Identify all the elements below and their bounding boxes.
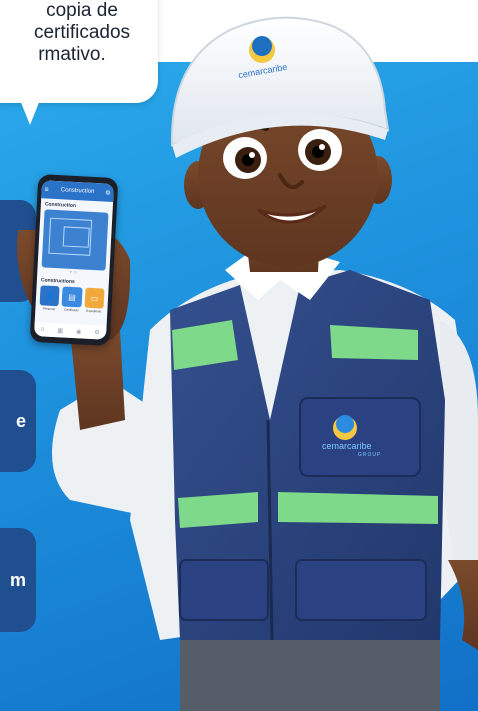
- blueprint-image: [41, 209, 109, 271]
- trousers: [180, 630, 440, 711]
- worker-illustration: [16, 16, 478, 711]
- speech-bubble-tail: [8, 70, 52, 125]
- bubble-line-1: copia de: [46, 0, 118, 21]
- reflective-stripe-right-lower: [278, 492, 438, 524]
- tile-row: 👤 ▤ ▭: [36, 285, 109, 309]
- gear-icon[interactable]: ⚙: [105, 189, 111, 196]
- app-bar-title: Construction: [60, 187, 95, 195]
- document-icon[interactable]: ▤: [61, 286, 83, 308]
- grid-icon[interactable]: ▦: [57, 327, 63, 334]
- person-icon[interactable]: 👤: [39, 285, 60, 307]
- phone-screen: ≡ Construction ⚙ Construction • ○ Constr…: [33, 180, 115, 340]
- profile-icon[interactable]: ◉: [76, 328, 82, 335]
- menu-icon[interactable]: ≡: [44, 186, 48, 193]
- smartphone: ≡ Construction ⚙ Construction • ○ Constr…: [29, 174, 119, 346]
- folder-icon[interactable]: ▭: [84, 287, 105, 309]
- app-bar: ≡ Construction ⚙: [41, 180, 115, 202]
- speech-bubble-text: copia de certificados rmativo.: [0, 0, 152, 66]
- settings-icon[interactable]: ⚙: [94, 329, 100, 336]
- vest-logo-text: cemarcaribe: [322, 441, 372, 451]
- lower-pocket-left: [179, 559, 269, 621]
- bubble-line-2: certificados: [33, 22, 131, 43]
- vest-logo-sub: GROUP: [358, 452, 382, 458]
- reflective-stripe-left-lower: [178, 492, 258, 528]
- bubble-line-3: rmativo.: [38, 44, 106, 65]
- home-icon[interactable]: ⌂: [41, 326, 45, 332]
- reflective-stripe-right-chest: [330, 325, 418, 360]
- speech-bubble: copia de certificados rmativo.: [0, 0, 158, 125]
- bottom-nav: ⌂ ▦ ◉ ⚙: [33, 322, 107, 340]
- hero-stage: e m cemarcaribe cemarcaribe GROUP ≡ Cons…: [0, 0, 478, 711]
- chest-pocket: [299, 397, 421, 477]
- lower-pocket-right: [295, 559, 427, 621]
